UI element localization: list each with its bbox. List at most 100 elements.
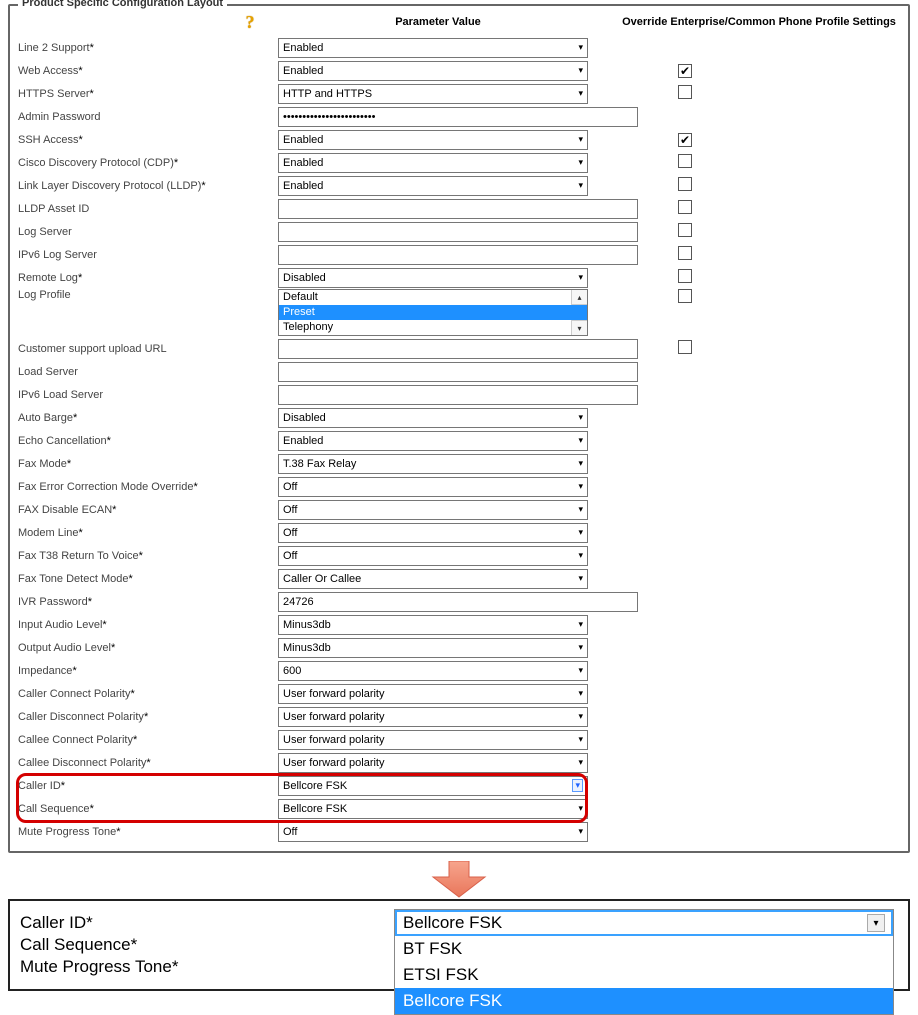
override-checkbox[interactable] [678,85,692,99]
dropdown-option[interactable]: Bellcore FSK [395,988,893,1014]
config-row: Modem Line*Off▾ [18,521,900,544]
listbox-item[interactable]: Default [279,290,587,305]
header-param-value: Parameter Value [258,16,618,28]
param-label: Callee Disconnect Polarity* [18,757,278,769]
param-label: HTTPS Server* [18,88,278,100]
chevron-down-icon: ▾ [578,65,583,76]
select-input[interactable]: User forward polarity▾ [278,730,588,750]
config-row: Mute Progress Tone*Off▾ [18,820,900,843]
select-input[interactable]: Enabled▾ [278,61,588,81]
chevron-down-icon: ▾ [578,826,583,837]
override-checkbox[interactable] [678,223,692,237]
select-input[interactable]: Off ▾ [278,822,588,842]
help-icon[interactable]: ? [242,12,258,32]
select-input[interactable]: Caller Or Callee▾ [278,569,588,589]
select-value: User forward polarity [283,688,384,700]
select-input[interactable]: Enabled▾ [278,38,588,58]
config-row: LLDP Asset ID [18,197,900,220]
override-checkbox[interactable]: ✔ [678,133,692,147]
select-input[interactable]: Disabled▾ [278,268,588,288]
scroll-up-icon[interactable]: ▴ [571,290,587,305]
select-input[interactable]: Off▾ [278,523,588,543]
param-label: Cisco Discovery Protocol (CDP)* [18,157,278,169]
override-checkbox[interactable] [678,200,692,214]
listbox-input[interactable]: DefaultPresetTelephony ▴ ▾ [278,289,588,336]
config-row: Cisco Discovery Protocol (CDP)*Enabled▾ [18,151,900,174]
scroll-down-icon[interactable]: ▾ [571,320,587,335]
param-label: Output Audio Level* [18,642,278,654]
listbox-item[interactable]: Telephony [279,320,587,335]
select-input[interactable]: Enabled▾ [278,431,588,451]
override-checkbox[interactable] [678,269,692,283]
dropdown-option[interactable]: BT FSK [395,936,893,962]
config-row: Fax Mode*T.38 Fax Relay▾ [18,452,900,475]
param-label: Fax T38 Return To Voice* [18,550,278,562]
select-value: T.38 Fax Relay [283,458,356,470]
config-row: Callee Connect Polarity*User forward pol… [18,728,900,751]
param-label: Echo Cancellation* [18,435,278,447]
text-input[interactable] [278,199,638,219]
config-row: Echo Cancellation*Enabled▾ [18,429,900,452]
listbox-item[interactable]: Preset [279,305,587,320]
select-input[interactable]: 600▾ [278,661,588,681]
detail-label: Mute Progress Tone* [20,957,400,977]
override-checkbox[interactable] [678,340,692,354]
chevron-down-icon[interactable]: ▾ [867,914,885,932]
select-value: Off [283,826,297,838]
param-label: Load Server [18,366,278,378]
text-input[interactable] [278,245,638,265]
override-checkbox[interactable]: ✔ [678,64,692,78]
text-input[interactable] [278,339,638,359]
select-input[interactable]: User forward polarity▾ [278,707,588,727]
chevron-down-icon: ▾ [578,711,583,722]
select-input[interactable]: HTTP and HTTPS▾ [278,84,588,104]
chevron-down-icon: ▾ [578,734,583,745]
config-row: Caller Disconnect Polarity*User forward … [18,705,900,728]
select-input[interactable]: Enabled▾ [278,153,588,173]
select-value: Enabled [283,435,323,447]
text-input[interactable] [278,362,638,382]
param-label: Modem Line* [18,527,278,539]
section-title: Product Specific Configuration Layout [18,0,227,9]
select-input[interactable]: Minus3db▾ [278,638,588,658]
select-input[interactable]: Enabled▾ [278,130,588,150]
override-checkbox[interactable] [678,154,692,168]
select-input[interactable]: Disabled▾ [278,408,588,428]
dropdown-selected-text: Bellcore FSK [403,913,502,933]
select-input[interactable]: Minus3db▾ [278,615,588,635]
select-input[interactable]: Bellcore FSK▾ [278,776,588,796]
dropdown-selected[interactable]: Bellcore FSK ▾ [395,910,893,936]
config-row: Auto Barge*Disabled▾ [18,406,900,429]
text-input[interactable] [278,385,638,405]
select-value: Off [283,481,297,493]
select-input[interactable]: Off▾ [278,477,588,497]
text-input[interactable]: 24726 [278,592,638,612]
select-value: Caller Or Callee [283,573,361,585]
text-input[interactable] [278,222,638,242]
select-value: Off [283,504,297,516]
select-value: Bellcore FSK [283,803,347,815]
select-input[interactable]: Off▾ [278,500,588,520]
select-input[interactable]: T.38 Fax Relay▾ [278,454,588,474]
password-input[interactable]: •••••••••••••••••••••••• [278,107,638,127]
chevron-down-icon: ▾ [578,688,583,699]
config-row: Callee Disconnect Polarity*User forward … [18,751,900,774]
param-label: Impedance* [18,665,278,677]
select-input[interactable]: Enabled▾ [278,176,588,196]
caller-id-dropdown-open[interactable]: Bellcore FSK ▾ BT FSKETSI FSKBellcore FS… [394,909,894,1015]
select-input[interactable]: Bellcore FSK ▾ [278,799,588,819]
override-checkbox[interactable] [678,289,692,303]
override-checkbox[interactable] [678,246,692,260]
select-input[interactable]: Off▾ [278,546,588,566]
select-input[interactable]: User forward polarity ▾ [278,684,588,704]
param-label: LLDP Asset ID [18,203,278,215]
select-input[interactable]: User forward polarity▾ [278,753,588,773]
chevron-down-icon: ▾ [578,803,583,814]
chevron-down-icon: ▾ [578,412,583,423]
select-value: Bellcore FSK [283,780,347,792]
dropdown-option[interactable]: ETSI FSK [395,962,893,988]
param-label: Admin Password [18,111,278,123]
detail-panel: Caller ID*Call Sequence*Mute Progress To… [8,899,910,991]
override-checkbox[interactable] [678,177,692,191]
select-value: Enabled [283,42,323,54]
